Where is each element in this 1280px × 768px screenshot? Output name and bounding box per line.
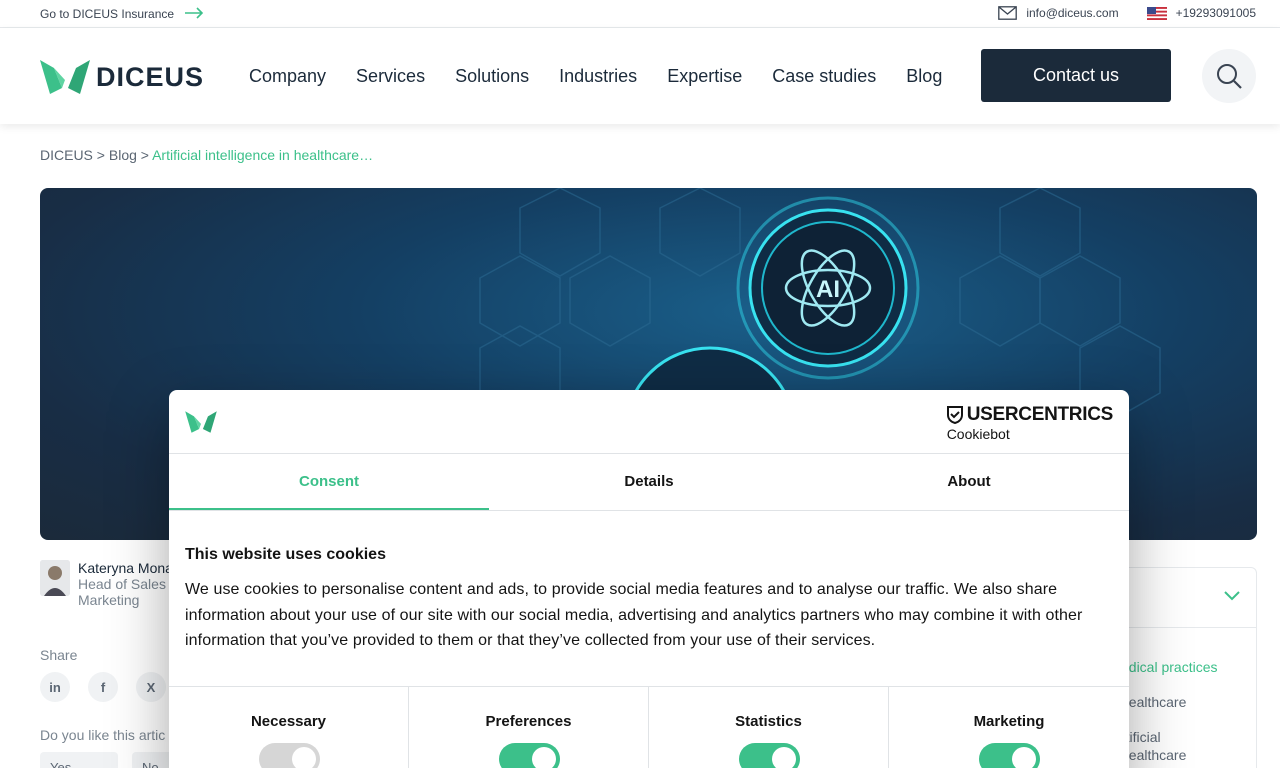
nav-case-studies[interactable]: Case studies xyxy=(772,66,876,87)
author-avatar[interactable] xyxy=(40,560,70,596)
cookie-consent-dialog: USERCENTRICS Cookiebot Consent Details A… xyxy=(169,390,1129,768)
cookie-tabs: Consent Details About xyxy=(169,454,1129,511)
usercentrics-text: USERCENTRICS xyxy=(966,404,1114,425)
necessary-toggle xyxy=(259,743,320,768)
cookie-dialog-header: USERCENTRICS Cookiebot xyxy=(169,390,1129,454)
toc-item[interactable]: edical practices xyxy=(1121,659,1218,675)
contact-us-button[interactable]: Contact us xyxy=(981,49,1171,102)
category-statistics: Statistics xyxy=(649,687,889,768)
insurance-link[interactable]: Go to DICEUS Insurance xyxy=(40,7,204,21)
nav-company[interactable]: Company xyxy=(249,66,326,87)
diceus-logo-icon xyxy=(40,60,90,94)
author-block: Kateryna Monas Head of Sales Marketing xyxy=(40,560,180,608)
logo-text: DICEUS xyxy=(96,61,205,92)
top-bar: Go to DICEUS Insurance info@diceus.com +… xyxy=(0,0,1280,28)
breadcrumb-current: Artificial intelligence in healthcare… xyxy=(152,147,374,163)
category-necessary: Necessary xyxy=(169,687,409,768)
breadcrumb-home[interactable]: DICEUS xyxy=(40,147,93,163)
cookie-title: This website uses cookies xyxy=(185,546,386,563)
preferences-toggle[interactable] xyxy=(499,743,560,768)
diceus-small-logo-icon xyxy=(185,411,217,433)
author-name[interactable]: Kateryna Monas xyxy=(78,560,180,576)
toc-item[interactable]: healthcare xyxy=(1121,694,1186,710)
category-marketing: Marketing xyxy=(889,687,1129,768)
author-role: Head of Sales xyxy=(78,576,166,592)
main-nav: Company Services Solutions Industries Ex… xyxy=(249,66,942,87)
chevron-down-icon[interactable] xyxy=(1223,590,1241,602)
tab-consent[interactable]: Consent xyxy=(169,454,489,510)
marketing-toggle[interactable] xyxy=(979,743,1040,768)
site-header: DICEUS Company Services Solutions Indust… xyxy=(0,28,1280,124)
x-twitter-icon[interactable]: X xyxy=(136,672,166,702)
email-link[interactable]: info@diceus.com xyxy=(998,6,1119,20)
category-label: Preferences xyxy=(485,713,572,730)
search-icon xyxy=(1217,64,1242,89)
email-text: info@diceus.com xyxy=(1026,6,1119,20)
phone-link[interactable]: +19293091005 xyxy=(1146,6,1256,20)
breadcrumb-separator: > xyxy=(92,147,109,163)
category-label: Marketing xyxy=(973,713,1045,730)
category-label: Necessary xyxy=(250,713,327,730)
share-icons: in f X xyxy=(40,672,166,702)
category-label: Statistics xyxy=(735,713,802,730)
category-preferences: Preferences xyxy=(409,687,649,768)
nav-blog[interactable]: Blog xyxy=(906,66,942,87)
linkedin-icon[interactable]: in xyxy=(40,672,70,702)
breadcrumb-separator: > xyxy=(136,147,153,163)
author-role-line2: Marketing xyxy=(78,592,140,608)
tab-about[interactable]: About xyxy=(809,454,1129,510)
nav-industries[interactable]: Industries xyxy=(559,66,637,87)
share-label: Share xyxy=(40,647,78,663)
shield-icon xyxy=(946,406,963,424)
us-flag-icon xyxy=(1146,6,1167,20)
arrow-right-icon xyxy=(184,7,204,21)
cookiebot-text: Cookiebot xyxy=(946,426,1010,442)
nav-expertise[interactable]: Expertise xyxy=(667,66,742,87)
nav-solutions[interactable]: Solutions xyxy=(455,66,529,87)
diceus-logo[interactable]: DICEUS xyxy=(40,58,204,96)
nav-services[interactable]: Services xyxy=(356,66,425,87)
breadcrumb-blog[interactable]: Blog xyxy=(109,147,137,163)
phone-text: +19293091005 xyxy=(1175,6,1256,20)
insurance-link-label: Go to DICEUS Insurance xyxy=(40,7,175,21)
cookie-description: We use cookies to personalise content an… xyxy=(185,581,1083,649)
statistics-toggle[interactable] xyxy=(739,743,800,768)
vote-yes-button[interactable]: Yes xyxy=(40,752,118,768)
facebook-icon[interactable]: f xyxy=(88,672,118,702)
mail-icon xyxy=(998,6,1018,20)
hero-ai-badge: AI xyxy=(816,276,840,303)
search-button[interactable] xyxy=(1202,49,1256,103)
like-question: Do you like this artic xyxy=(40,727,166,743)
breadcrumb: DICEUS > Blog > Artificial intelligence … xyxy=(40,147,373,163)
cookie-categories: Necessary Preferences Statistics Marketi… xyxy=(169,686,1129,768)
usercentrics-brand[interactable]: USERCENTRICS Cookiebot xyxy=(946,404,1114,442)
tab-details[interactable]: Details xyxy=(489,454,809,510)
toc-item[interactable]: healthcare xyxy=(1121,747,1186,763)
